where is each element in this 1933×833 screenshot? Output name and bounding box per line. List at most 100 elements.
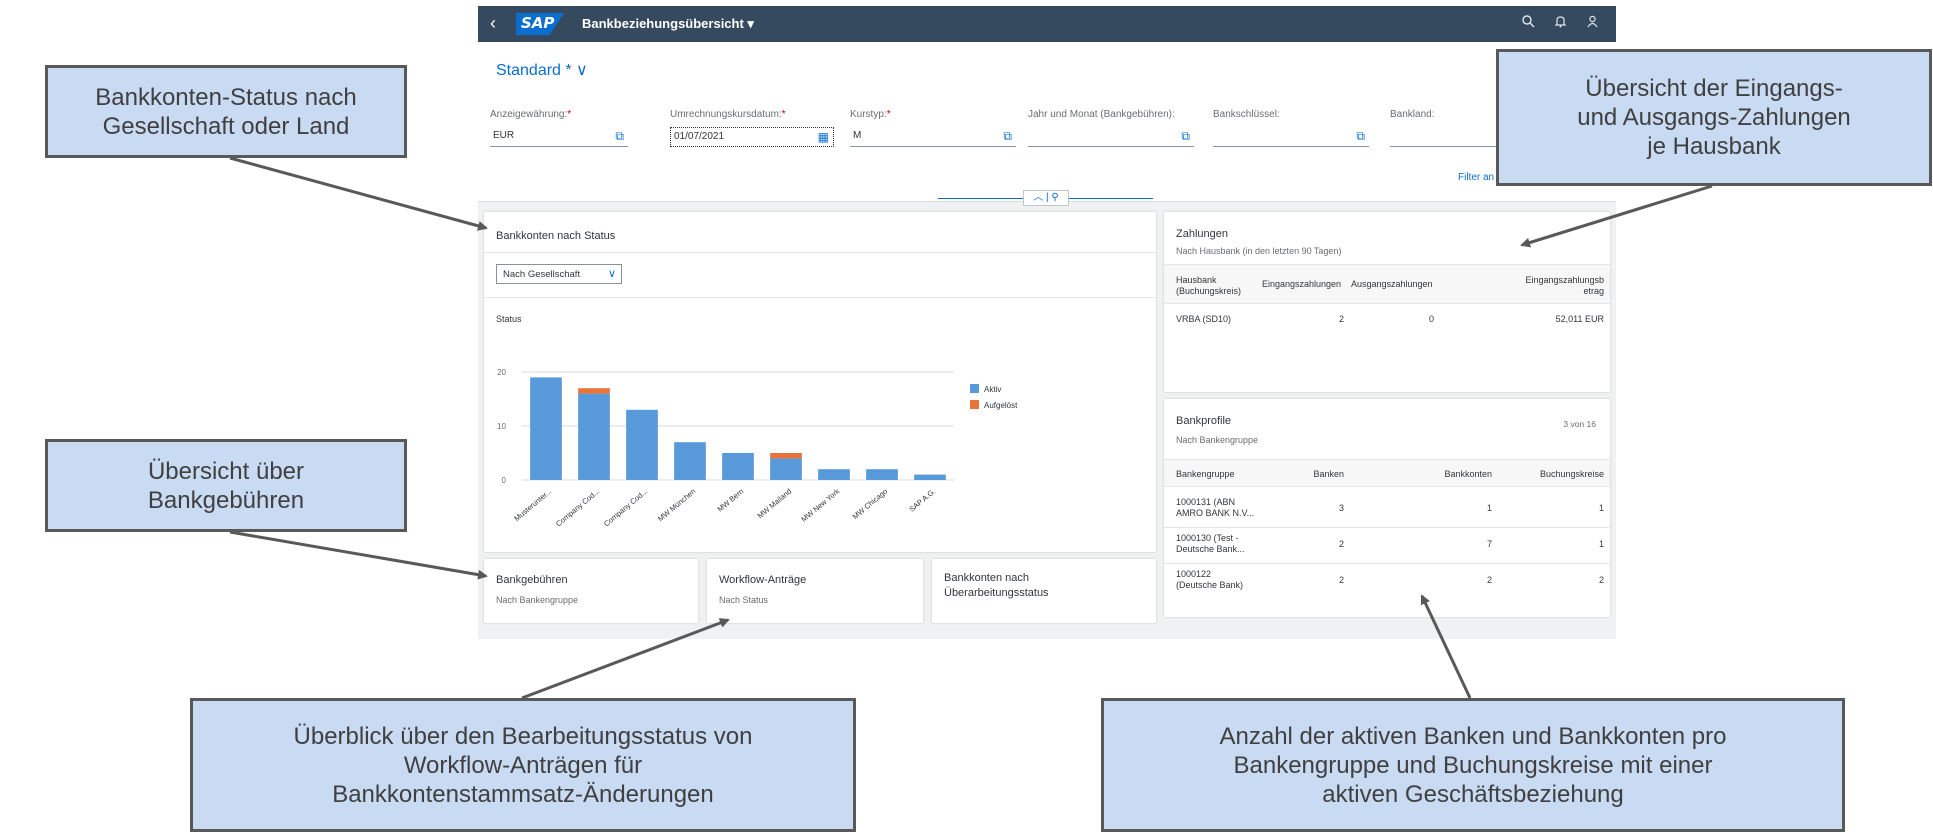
bar-aktiv[interactable] <box>866 469 898 480</box>
x-tick-label: MW Chicago <box>851 487 890 521</box>
bell-icon[interactable] <box>1554 15 1567 31</box>
filter-label-text: Kurstyp: <box>850 109 887 120</box>
cell-outgoing: 0 <box>1428 314 1434 324</box>
bank-fees-tile[interactable]: Bankgebühren Nach Bankengruppe <box>484 559 698 623</box>
bank-country-input[interactable] <box>1390 127 1510 147</box>
bar-aktiv[interactable] <box>770 458 802 480</box>
currency-input[interactable]: EUR ⧉ <box>490 127 628 147</box>
revision-status-tile[interactable]: Bankkonten nach Überarbeitungsstatus <box>932 559 1156 623</box>
profiles-subtitle: Nach Bankengruppe <box>1176 435 1259 445</box>
cell-bank-group: 1000122 (Deutsche Bank) <box>1176 569 1244 590</box>
calendar-icon[interactable]: ▦ <box>818 130 829 144</box>
callout-profiles: Anzahl der aktiven Banken und Bankkonten… <box>1101 698 1845 832</box>
callout-text: Überblick über den Bearbeitungsstatus vo… <box>293 722 753 808</box>
rate-date-value: 01/07/2021 <box>674 131 725 142</box>
col-header[interactable]: Buchungskreise <box>1540 469 1604 480</box>
profiles-count: 3 von 16 <box>1563 419 1596 429</box>
y-tick-label: 20 <box>497 368 506 377</box>
rate-date-input[interactable]: 01/07/2021 ▦ <box>670 127 834 147</box>
bar-aktiv[interactable] <box>626 409 658 480</box>
bank-key-input[interactable]: ⧉ <box>1213 127 1369 147</box>
bar-aktiv[interactable] <box>578 393 610 480</box>
tile-subtitle: Nach Bankengruppe <box>496 595 579 605</box>
callout-fees: Übersicht über Bankgebühren <box>45 439 407 532</box>
value-help-icon[interactable]: ⧉ <box>1181 129 1190 144</box>
tile-title: Bankgebühren <box>496 574 568 586</box>
value-help-icon[interactable]: ⧉ <box>1003 129 1012 144</box>
cell-banks: 2 <box>1338 575 1344 585</box>
x-tick-label: Company Cod... <box>602 487 649 529</box>
arrow-status <box>229 156 488 231</box>
payments-table-header: Hausbank (Buchungskreis) Eingangszahlung… <box>1164 264 1610 304</box>
cell-banks: 2 <box>1338 539 1344 549</box>
bar-aktiv[interactable] <box>722 453 754 480</box>
callout-text: Bankkonten-Status nach Gesellschaft oder… <box>95 83 357 140</box>
col-header[interactable]: Bankkonten <box>1444 469 1492 480</box>
bar-aufgelöst[interactable] <box>578 388 610 394</box>
rate-type-input[interactable]: M ⧉ <box>850 127 1016 147</box>
search-icon[interactable] <box>1522 15 1535 31</box>
year-month-input[interactable]: ⧉ <box>1028 127 1194 147</box>
legend-label: Aktiv <box>984 385 1001 394</box>
bar-aktiv[interactable] <box>818 469 850 480</box>
col-header[interactable]: Eingangszahlungsb etrag <box>1525 275 1604 297</box>
sap-logo-text: SAP <box>521 14 555 32</box>
profiles-card[interactable]: Bankprofile 3 von 16 Nach Bankengruppe B… <box>1164 399 1610 617</box>
bar-aktiv[interactable] <box>914 474 946 480</box>
filter-label-rate-date: Umrechnungskursdatum:* <box>670 109 786 120</box>
divider <box>484 252 1156 253</box>
bar-aktiv[interactable] <box>530 377 562 480</box>
filter-label-text: Jahr und Monat (Bankgebühren): <box>1028 109 1175 120</box>
shell-bar: ‹ SAP Bankbeziehungsübersicht ▾ <box>478 6 1616 42</box>
col-header[interactable]: Ausgangszahlungen <box>1351 279 1433 290</box>
cell-amount: 52,011 EUR <box>1555 314 1604 324</box>
profiles-table-header: Bankengruppe Banken Bankkonten Buchungsk… <box>1164 459 1610 487</box>
status-card[interactable]: Bankkonten nach Status Nach Gesellschaft… <box>484 212 1156 552</box>
col-header[interactable]: Hausbank (Buchungskreis) <box>1176 275 1241 297</box>
cell-company-codes: 1 <box>1598 503 1604 513</box>
sap-logo[interactable]: SAP <box>516 13 564 35</box>
profiles-title: Bankprofile <box>1176 415 1232 427</box>
filter-label-text: Bankland: <box>1390 109 1435 120</box>
value-help-icon[interactable]: ⧉ <box>1356 129 1365 144</box>
bar-aktiv[interactable] <box>674 442 706 480</box>
workflow-tile[interactable]: Workflow-Anträge Nach Status <box>707 559 923 623</box>
rate-type-value: M <box>853 130 862 141</box>
callout-text: Übersicht der Eingangs- und Ausgangs-Zah… <box>1577 75 1851 160</box>
app-title-menu[interactable]: Bankbeziehungsübersicht ▾ <box>582 16 754 32</box>
bar-aufgelöst[interactable] <box>770 453 802 459</box>
col-header[interactable]: Banken <box>1313 469 1344 480</box>
x-tick-label: MW New York <box>799 486 841 523</box>
filter-label-text: Bankschlüssel: <box>1213 109 1280 120</box>
value-help-icon[interactable]: ⧉ <box>615 129 624 144</box>
callout-text: Anzahl der aktiven Banken und Bankkonten… <box>1219 722 1727 808</box>
collapse-header-button[interactable]: ︿ | ⚲ <box>1023 190 1069 206</box>
x-tick-label: Company Cod... <box>554 487 601 529</box>
filter-label-text: Anzeigewährung: <box>490 109 568 120</box>
col-header[interactable]: Eingangszahlungen <box>1262 279 1341 290</box>
back-button[interactable]: ‹ <box>490 13 496 34</box>
callout-status: Bankkonten-Status nach Gesellschaft oder… <box>45 65 407 158</box>
filter-label-bank-country: Bankland: <box>1390 109 1434 120</box>
legend-label: Aufgelöst <box>984 401 1018 410</box>
col-header[interactable]: Bankengruppe <box>1176 469 1235 480</box>
variant-selector[interactable]: Standard * ∨ <box>496 60 588 80</box>
x-tick-label: Musterunter... <box>512 487 553 523</box>
group-by-value: Nach Gesellschaft <box>503 269 581 280</box>
row-divider <box>1164 527 1610 528</box>
cell-accounts: 2 <box>1486 575 1492 585</box>
user-icon[interactable] <box>1586 15 1599 31</box>
callout-payments: Übersicht der Eingangs- und Ausgangs-Zah… <box>1496 49 1932 186</box>
payments-card[interactable]: Zahlungen Nach Hausbank (in den letzten … <box>1164 212 1610 392</box>
status-bar-chart[interactable]: 01020Musterunter... Company Cod... Company… <box>484 322 1156 552</box>
cell-bank-group: 1000130 (Test - Deutsche Bank... <box>1176 533 1245 554</box>
required-mark: * <box>781 109 786 120</box>
chevron-down-icon: ∨ <box>607 268 616 280</box>
filter-link[interactable]: Filter an <box>1458 172 1494 183</box>
cell-incoming: 2 <box>1338 314 1344 324</box>
callout-text: Übersicht über Bankgebühren <box>147 457 305 514</box>
cell-banks: 3 <box>1338 503 1344 513</box>
callout-workflow: Überblick über den Bearbeitungsstatus vo… <box>190 698 856 832</box>
group-by-select[interactable]: Nach Gesellschaft ∨ <box>496 264 622 284</box>
tile-subtitle: Nach Status <box>719 595 769 605</box>
